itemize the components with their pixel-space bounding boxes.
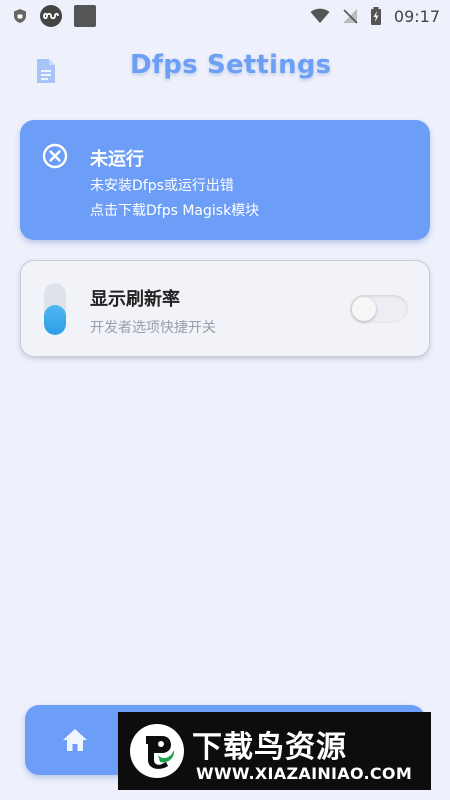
watermark-url: WWW.XIAZAINIAO.COM xyxy=(196,764,413,783)
no-signal-icon xyxy=(342,9,358,24)
status-card-download-hint: 点击下载Dfps Magisk模块 xyxy=(90,203,260,219)
document-icon[interactable] xyxy=(34,58,58,84)
status-left-icons xyxy=(12,5,96,27)
home-icon[interactable] xyxy=(62,728,88,752)
status-clock: 09:17 xyxy=(393,6,440,26)
refresh-rate-subtitle: 开发者选项快捷开关 xyxy=(90,320,216,336)
refresh-rate-toggle[interactable] xyxy=(350,295,408,323)
status-bar: 09:17 xyxy=(0,0,450,32)
status-right-icons: 09:17 xyxy=(310,7,440,26)
level-pill-fill xyxy=(44,305,66,335)
status-card-description: 未安装Dfps或运行出错 xyxy=(90,178,234,194)
close-circle-icon xyxy=(42,143,68,169)
infinity-app-icon xyxy=(40,5,62,27)
toggle-knob xyxy=(352,297,376,321)
bird-logo-icon xyxy=(130,724,184,778)
page-title: Dfps Settings xyxy=(130,50,332,80)
shield-icon xyxy=(14,9,26,23)
refresh-rate-title: 显示刷新率 xyxy=(90,289,180,310)
wifi-icon xyxy=(310,8,330,23)
status-card-title: 未运行 xyxy=(90,149,144,170)
battery-charging-icon xyxy=(370,7,381,25)
level-pill-icon xyxy=(44,283,66,335)
watermark-title: 下载鸟资源 xyxy=(192,730,347,765)
square-app-icon xyxy=(74,5,96,27)
